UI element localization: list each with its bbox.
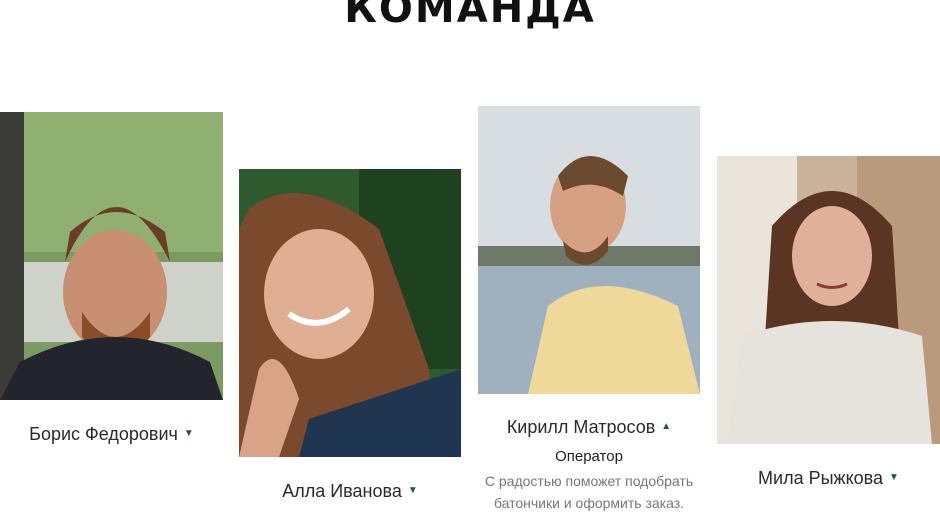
member-photo: [478, 106, 700, 394]
member-name: Мила Рыжкова: [758, 467, 884, 488]
member-name-toggle[interactable]: Алла Иванова ▼: [239, 479, 461, 503]
member-name-toggle[interactable]: Борис Федорович ▼: [0, 422, 223, 446]
member-photo: [239, 169, 461, 457]
chevron-down-icon: ▼: [407, 485, 418, 496]
chevron-down-icon: ▼: [183, 428, 194, 439]
chevron-up-icon: ▲: [661, 421, 672, 432]
member-name-toggle[interactable]: Мила Рыжкова ▼: [717, 466, 940, 490]
section-title: КОМАНДА: [344, 0, 596, 32]
member-description-line-1: С радостью поможет подобрать: [484, 473, 694, 489]
member-photo: [0, 112, 223, 400]
chevron-down-icon: ▼: [889, 472, 899, 483]
member-name: Алла Иванова: [282, 480, 402, 501]
member-role: Оператор: [555, 448, 623, 465]
member-photo: [717, 156, 940, 444]
member-name: Кирилл Матросов: [506, 416, 656, 437]
member-name: Борис Федорович: [29, 423, 178, 444]
member-name-toggle[interactable]: Кирилл Матросов ▲: [478, 415, 700, 439]
